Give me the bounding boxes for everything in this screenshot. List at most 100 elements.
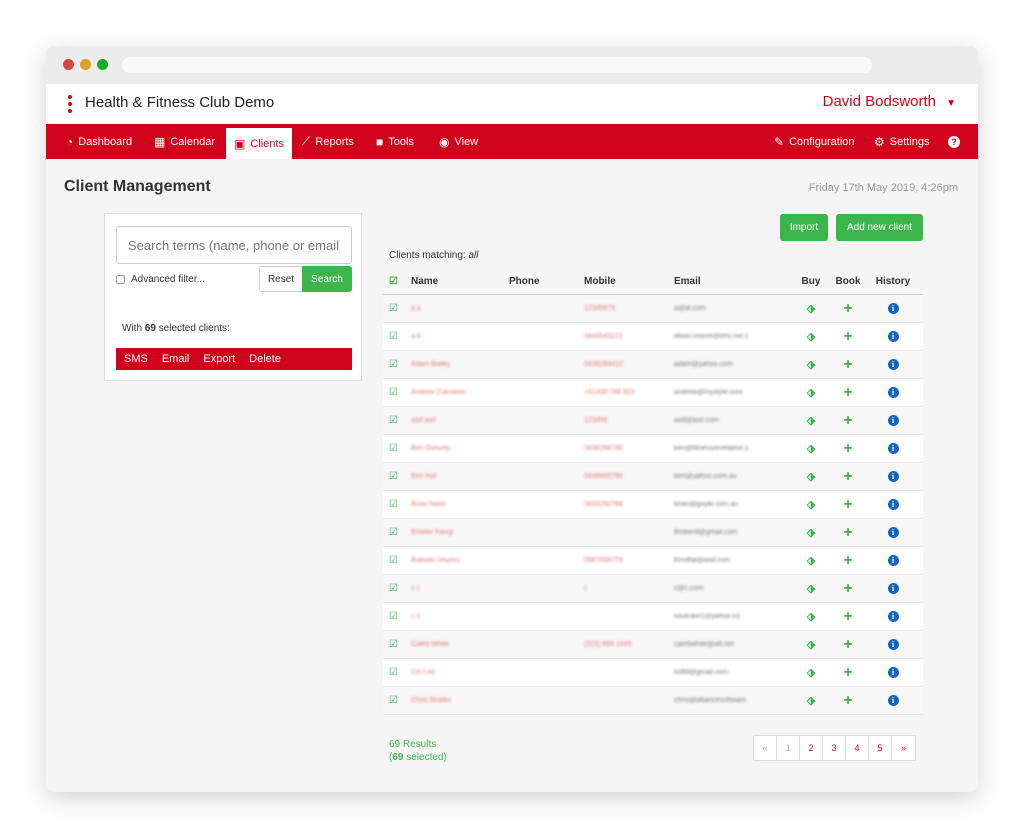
import-button[interactable]: Import xyxy=(780,214,828,241)
client-name[interactable]: c s xyxy=(411,603,501,630)
buy-ticket-icon[interactable]: ⬗ xyxy=(801,379,821,406)
book-plus-icon[interactable]: + xyxy=(836,603,860,630)
table-row[interactable]: ☑ Ben Duhurty 0438268780 ben@fitnessrevelat… xyxy=(383,435,923,463)
buy-ticket-icon[interactable]: ⬗ xyxy=(801,351,821,378)
nav-configuration[interactable]: ✎ Configuration xyxy=(774,124,855,159)
buy-ticket-icon[interactable]: ⬗ xyxy=(801,407,821,434)
history-info-icon[interactable]: i xyxy=(873,435,913,462)
table-row[interactable]: ☑ Bubudu Unumu 0987658778 lfmoffat@asd.com ⬗… xyxy=(383,547,923,575)
book-plus-icon[interactable]: + xyxy=(836,379,860,406)
nav-calendar[interactable]: ▦ Calendar xyxy=(154,124,215,159)
user-menu[interactable]: David Bodsworth xyxy=(823,93,936,110)
buy-ticket-icon[interactable]: ⬗ xyxy=(801,547,821,574)
row-checkbox[interactable]: ☑ xyxy=(389,295,398,322)
email-action[interactable]: Email xyxy=(162,353,190,365)
nav-settings[interactable]: ⚙ Settings xyxy=(874,124,930,159)
address-bar[interactable] xyxy=(122,57,872,73)
mobile-header[interactable]: Mobile xyxy=(584,269,666,294)
nav-dashboard[interactable]: ◔ Dashboard xyxy=(66,124,132,159)
buy-ticket-icon[interactable]: ⬗ xyxy=(801,323,821,350)
row-checkbox[interactable]: ☑ xyxy=(389,379,398,406)
client-name[interactable]: Chi Lee xyxy=(411,659,501,686)
buy-ticket-icon[interactable]: ⬗ xyxy=(801,295,821,322)
history-info-icon[interactable]: i xyxy=(873,295,913,322)
book-plus-icon[interactable]: + xyxy=(836,547,860,574)
book-plus-icon[interactable]: + xyxy=(836,323,860,350)
export-action[interactable]: Export xyxy=(203,353,235,365)
client-name[interactable]: Chris Stubbs xyxy=(411,687,501,714)
row-checkbox[interactable]: ☑ xyxy=(389,323,398,350)
table-row[interactable]: ☑ Brooke Rangi Brokerd@gmail.com ⬗ + i xyxy=(383,519,923,547)
nav-clients[interactable]: ▣ Clients xyxy=(226,128,292,159)
client-name[interactable]: Bubudu Unumu xyxy=(411,547,501,574)
buy-ticket-icon[interactable]: ⬗ xyxy=(801,659,821,686)
book-plus-icon[interactable]: + xyxy=(836,631,860,658)
table-row[interactable]: ☑ c c c c@c.com ⬗ + i xyxy=(383,575,923,603)
client-name[interactable]: Brooke Rangi xyxy=(411,519,501,546)
client-name[interactable]: a a xyxy=(411,295,501,322)
table-row[interactable]: ☑ Chi Lee fsdfd@gmail.com ⬗ + i xyxy=(383,659,923,687)
table-row[interactable]: ☑ Brian Nash 0433292788 brian@gnyle.com.au ⬗… xyxy=(383,491,923,519)
row-checkbox[interactable]: ☑ xyxy=(389,631,398,658)
table-row[interactable]: ☑ asd asd 123456 asd@asd.com ⬗ + i xyxy=(383,407,923,435)
phone-header[interactable]: Phone xyxy=(509,269,579,294)
row-checkbox[interactable]: ☑ xyxy=(389,407,398,434)
search-input[interactable] xyxy=(116,226,352,264)
row-checkbox[interactable]: ☑ xyxy=(389,659,398,686)
book-plus-icon[interactable]: + xyxy=(836,351,860,378)
client-name[interactable]: Ben Duhurty xyxy=(411,435,501,462)
history-info-icon[interactable]: i xyxy=(873,575,913,602)
table-row[interactable]: ☑ Ben Hat 0448665780 ben@yahoo.com.au ⬗ + i xyxy=(383,463,923,491)
table-row[interactable]: ☑ Caleb White (323) 665 1449 calebwhite@att… xyxy=(383,631,923,659)
client-name[interactable]: a b xyxy=(411,323,501,350)
row-checkbox[interactable]: ☑ xyxy=(389,491,398,518)
buy-ticket-icon[interactable]: ⬗ xyxy=(801,687,821,714)
client-name[interactable]: Adam Bailey xyxy=(411,351,501,378)
book-plus-icon[interactable]: + xyxy=(836,295,860,322)
table-row[interactable]: ☑ Adam Bailey 0438284410 adam@yahoo.com ⬗ + i xyxy=(383,351,923,379)
history-info-icon[interactable]: i xyxy=(873,323,913,350)
page-2[interactable]: 2 xyxy=(800,736,823,760)
row-checkbox[interactable]: ☑ xyxy=(389,519,398,546)
row-checkbox[interactable]: ☑ xyxy=(389,603,398,630)
client-name[interactable]: asd asd xyxy=(411,407,501,434)
buy-ticket-icon[interactable]: ⬗ xyxy=(801,575,821,602)
book-plus-icon[interactable]: + xyxy=(836,575,860,602)
client-name[interactable]: Brian Nash xyxy=(411,491,501,518)
close-window-dot[interactable] xyxy=(63,59,74,70)
select-all-checkbox[interactable]: ☑ xyxy=(389,269,398,294)
nav-help[interactable]: ? xyxy=(948,124,965,159)
history-info-icon[interactable]: i xyxy=(873,631,913,658)
table-row[interactable]: ☑ Andrew Zukowski +61439 788 923 andrew@mys… xyxy=(383,379,923,407)
client-name[interactable]: Caleb White xyxy=(411,631,501,658)
book-plus-icon[interactable]: + xyxy=(836,519,860,546)
history-info-icon[interactable]: i xyxy=(873,463,913,490)
table-row[interactable]: ☑ Chris Stubbs chris@alliancesoftware. ⬗ + i xyxy=(383,687,923,715)
row-checkbox[interactable]: ☑ xyxy=(389,687,398,714)
nav-view[interactable]: ◉ View xyxy=(439,124,478,159)
add-new-client-button[interactable]: Add new client xyxy=(836,214,923,241)
book-plus-icon[interactable]: + xyxy=(836,407,860,434)
buy-ticket-icon[interactable]: ⬗ xyxy=(801,603,821,630)
caret-down-icon[interactable]: ▼ xyxy=(946,98,956,109)
minimize-window-dot[interactable] xyxy=(80,59,91,70)
row-checkbox[interactable]: ☑ xyxy=(389,547,398,574)
buy-ticket-icon[interactable]: ⬗ xyxy=(801,463,821,490)
nav-reports[interactable]: ⟋ Reports xyxy=(302,124,354,159)
page-5[interactable]: 5 xyxy=(869,736,892,760)
page-next[interactable]: » xyxy=(892,736,915,760)
row-checkbox[interactable]: ☑ xyxy=(389,463,398,490)
page-4[interactable]: 4 xyxy=(846,736,869,760)
history-info-icon[interactable]: i xyxy=(873,603,913,630)
delete-action[interactable]: Delete xyxy=(249,353,281,365)
table-row[interactable]: ☑ a b 0444543221 deion.moore@ehc.net.c ⬗ + i xyxy=(383,323,923,351)
page-prev[interactable]: « xyxy=(754,736,777,760)
row-checkbox[interactable]: ☑ xyxy=(389,575,398,602)
history-info-icon[interactable]: i xyxy=(873,491,913,518)
table-row[interactable]: ☑ a a 12345678 a@at.com ⬗ + i xyxy=(383,295,923,323)
book-plus-icon[interactable]: + xyxy=(836,491,860,518)
advanced-filter-toggle[interactable]: Advanced filter... xyxy=(116,274,205,285)
advanced-filter-checkbox[interactable] xyxy=(116,275,125,284)
history-info-icon[interactable]: i xyxy=(873,659,913,686)
sms-action[interactable]: SMS xyxy=(124,353,148,365)
